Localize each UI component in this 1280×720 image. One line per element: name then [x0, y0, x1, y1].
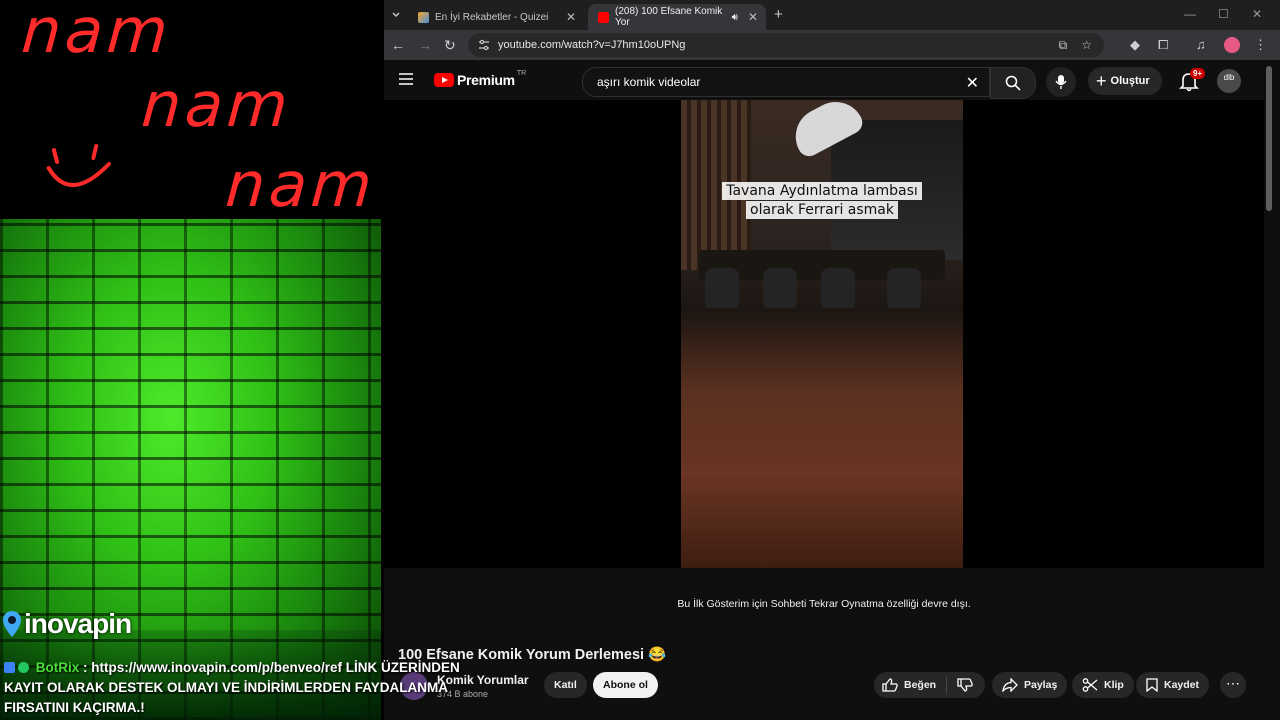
- clip-button[interactable]: Klip: [1072, 672, 1134, 698]
- create-label: Oluştur: [1110, 75, 1150, 87]
- chat-disabled-notice: Bu İlk Gösterim için Sohbeti Tekrar Oyna…: [677, 598, 971, 610]
- subscribe-button[interactable]: Abone ol: [593, 672, 658, 698]
- plus-icon: +: [1096, 70, 1107, 91]
- stream-chat-message: BotRix : https://www.inovapin.com/p/benv…: [4, 658, 474, 718]
- save-button[interactable]: Kaydet: [1136, 672, 1210, 698]
- tab-search-icon[interactable]: [391, 9, 401, 19]
- thumbs-up-icon: [882, 678, 898, 692]
- browser-toolbar: ← → ↻ youtube.com/watch?v=J7hm10oUPNg ⧉ …: [384, 30, 1280, 60]
- caption-line-1: Tavana Aydınlatma lambası: [722, 182, 922, 200]
- voice-search-button[interactable]: [1046, 67, 1076, 97]
- youtube-premium-logo[interactable]: Premium TR: [434, 69, 527, 88]
- profile-avatar[interactable]: [1224, 37, 1240, 53]
- sponsor-logo-text: inovapin: [24, 608, 132, 639]
- smiley-icon: [46, 144, 111, 187]
- search-box: ✕: [582, 67, 990, 97]
- quizei-favicon-icon: [418, 11, 429, 23]
- create-button[interactable]: + Oluştur: [1088, 67, 1162, 95]
- share-arrow-icon: [1002, 678, 1018, 692]
- media-control-icon[interactable]: ♫: [1196, 37, 1206, 52]
- share-button[interactable]: Paylaş: [992, 672, 1068, 698]
- youtube-header: Premium TR ✕ + Oluştur 9+ dl: [384, 60, 1280, 100]
- like-dislike-group: Beğen: [874, 672, 986, 698]
- microphone-icon: [1055, 75, 1067, 89]
- tab-title: En İyi Rekabetler - Quizei: [435, 11, 549, 23]
- audio-playing-icon[interactable]: 🔊︎: [732, 12, 738, 23]
- reload-icon[interactable]: ↻: [444, 37, 456, 54]
- video-caption: Tavana Aydınlatma lambası olarak Ferrari…: [719, 182, 925, 220]
- bookmark-icon: [1146, 678, 1158, 692]
- live-chat-panel: Bu İlk Gösterim için Sohbeti Tekrar Oyna…: [384, 568, 1264, 638]
- doodle-word-3: nam: [223, 148, 379, 221]
- address-bar[interactable]: youtube.com/watch?v=J7hm10oUPNg ⧉ ☆: [468, 33, 1104, 57]
- browser-menu-icon[interactable]: ⋮: [1254, 37, 1267, 53]
- doodle-word-2: nam: [139, 68, 295, 141]
- tab-strip: En İyi Rekabetler - Quizei ✕ (208) 100 E…: [384, 0, 1280, 30]
- join-label: Katıl: [554, 679, 577, 691]
- minimize-icon[interactable]: —: [1184, 7, 1196, 21]
- tab-youtube[interactable]: (208) 100 Efsane Komik Yor 🔊︎ ✕: [588, 4, 766, 30]
- share-label: Paylaş: [1024, 679, 1058, 691]
- logo-text: Premium: [457, 72, 515, 88]
- youtube-favicon-icon: [598, 11, 609, 23]
- dislike-button[interactable]: [947, 678, 985, 692]
- chair: [763, 268, 797, 308]
- back-icon[interactable]: ←: [391, 37, 405, 53]
- chair: [705, 268, 739, 308]
- subscribe-label: Abone ol: [603, 679, 648, 691]
- like-label: Beğen: [904, 679, 937, 691]
- close-window-icon[interactable]: ✕: [1252, 7, 1262, 21]
- page-scrollbar[interactable]: [1266, 66, 1272, 211]
- thumbs-down-icon: [957, 678, 973, 692]
- hamburger-menu-icon[interactable]: [398, 72, 414, 86]
- extension-diamond-icon[interactable]: ◆: [1130, 37, 1140, 53]
- stream-overlay: nam nam nam inovapin: [0, 0, 381, 720]
- caption-line-2: olarak Ferrari asmak: [746, 201, 898, 219]
- more-actions-icon[interactable]: ⋯: [1220, 672, 1246, 698]
- clip-label: Klip: [1104, 679, 1124, 691]
- bookmark-star-icon[interactable]: ☆: [1081, 38, 1092, 52]
- location-pin-icon: [3, 611, 21, 637]
- tab-title: (208) 100 Efsane Komik Yor: [615, 6, 723, 28]
- save-label: Kaydet: [1164, 679, 1200, 691]
- search-input[interactable]: [595, 74, 959, 90]
- site-info-icon[interactable]: [478, 39, 490, 51]
- forward-icon[interactable]: →: [418, 37, 432, 53]
- tab-quizei[interactable]: En İyi Rekabetler - Quizei ✕: [408, 4, 584, 30]
- region-code: TR: [516, 69, 527, 77]
- chair: [821, 268, 855, 308]
- chat-username: BotRix: [35, 660, 80, 675]
- green-brick-wall: [0, 219, 381, 720]
- clear-search-icon[interactable]: ✕: [966, 73, 979, 93]
- search-button[interactable]: [990, 67, 1036, 99]
- chair: [887, 268, 921, 308]
- video-frame: Tavana Aydınlatma lambası olarak Ferrari…: [681, 100, 963, 568]
- like-button[interactable]: Beğen: [874, 676, 948, 694]
- moderator-badge-icon: [4, 662, 15, 673]
- search-icon: [1005, 75, 1021, 91]
- maximize-icon[interactable]: ☐: [1218, 7, 1229, 21]
- notification-count-badge: 9+: [1190, 68, 1206, 79]
- join-button[interactable]: Katıl: [544, 672, 587, 698]
- url-text: youtube.com/watch?v=J7hm10oUPNg: [498, 39, 686, 51]
- new-tab-icon[interactable]: +: [774, 6, 783, 23]
- install-app-icon[interactable]: ⧉: [1059, 38, 1068, 53]
- close-tab-icon[interactable]: ✕: [748, 10, 758, 24]
- youtube-play-icon: [434, 73, 454, 87]
- video-player[interactable]: Tavana Aydınlatma lambası olarak Ferrari…: [384, 100, 1264, 568]
- sponsor-logo: inovapin: [2, 608, 132, 640]
- extensions-puzzle-icon[interactable]: ⧠: [1158, 37, 1168, 53]
- doodle-smiley: [40, 142, 117, 213]
- verified-badge-icon: [18, 662, 29, 673]
- close-tab-icon[interactable]: ✕: [566, 10, 576, 24]
- scissors-icon: [1082, 678, 1098, 692]
- doodle-word-1: nam: [19, 0, 175, 67]
- account-avatar[interactable]: dlb: [1217, 69, 1241, 93]
- browser-window: En İyi Rekabetler - Quizei ✕ (208) 100 E…: [384, 0, 1280, 720]
